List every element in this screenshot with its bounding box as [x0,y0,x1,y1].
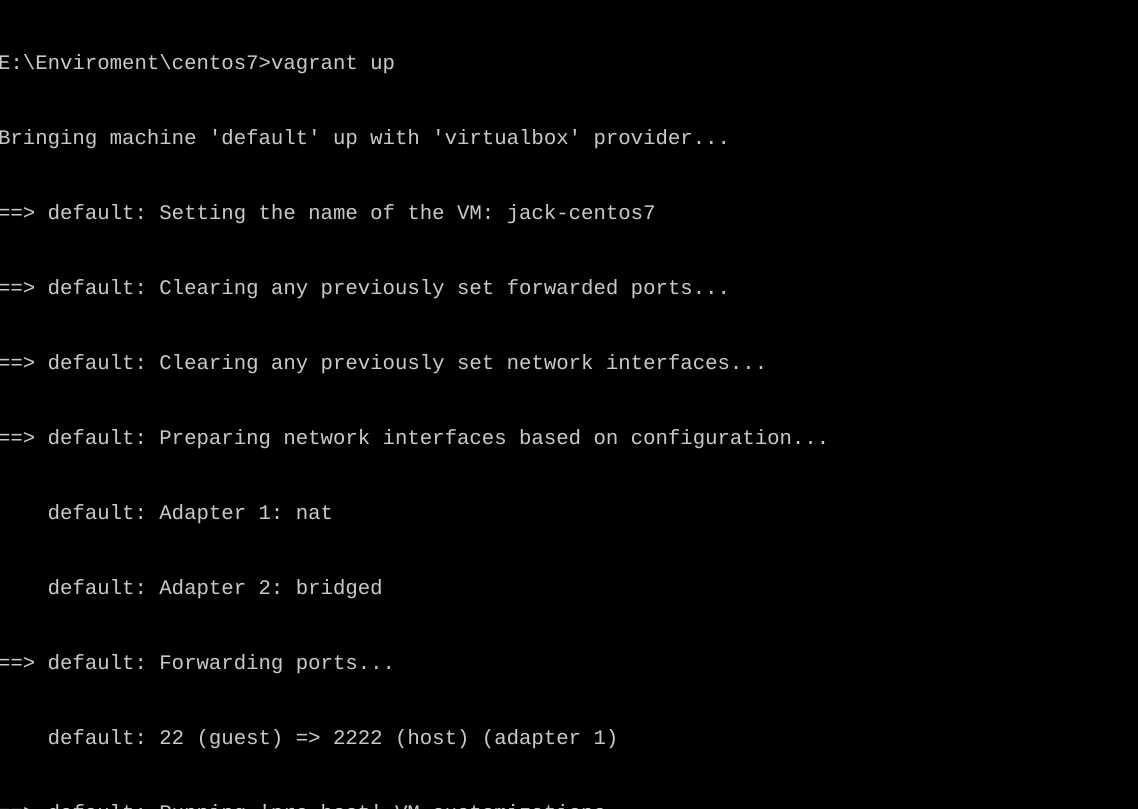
terminal-line: ==> default: Forwarding ports... [0,653,395,676]
terminal-line: ==> default: Running 'pre-boot' VM custo… [0,802,1138,809]
terminal-line: E:\Enviroment\centos7>vagrant up [0,53,395,76]
terminal-line: ==> default: Clearing any previously set… [0,278,730,301]
terminal-line: ==> default: Setting the name of the VM:… [0,203,656,226]
terminal-window[interactable]: E:\Enviroment\centos7>vagrant up Bringin… [0,0,1138,809]
terminal-line: default: Adapter 2: bridged [0,578,383,601]
terminal-line: Bringing machine 'default' up with 'virt… [0,128,730,151]
terminal-line: default: 22 (guest) => 2222 (host) (adap… [0,728,619,751]
terminal-line: default: Adapter 1: nat [0,503,333,526]
terminal-output: E:\Enviroment\centos7>vagrant up Bringin… [0,2,1138,809]
terminal-line: ==> default: Preparing network interface… [0,428,830,451]
terminal-line: ==> default: Clearing any previously set… [0,353,768,376]
